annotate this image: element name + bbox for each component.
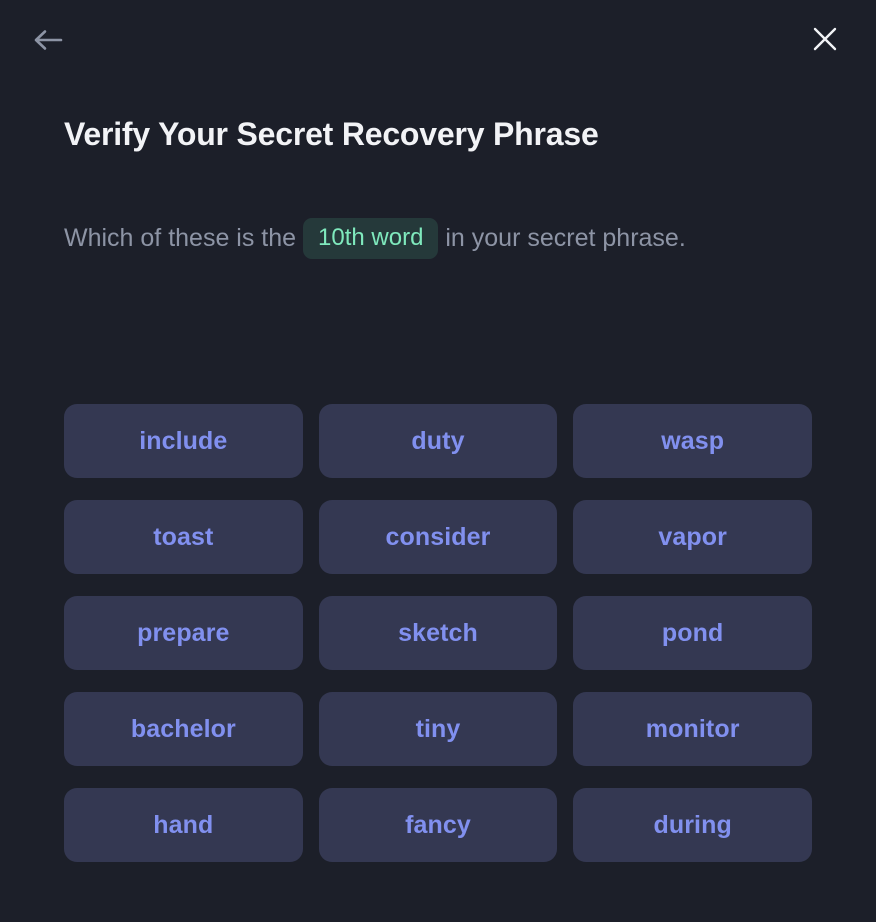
word-option[interactable]: prepare [64,596,303,670]
word-option[interactable]: toast [64,500,303,574]
prompt-text-after: in your secret phrase. [445,224,686,252]
prompt-text: Which of these is the 10th word in your … [64,214,804,262]
word-option[interactable]: hand [64,788,303,862]
word-option[interactable]: pond [573,596,812,670]
page-title: Verify Your Secret Recovery Phrase [64,116,599,152]
top-bar [0,0,876,80]
word-option[interactable]: monitor [573,692,812,766]
word-option[interactable]: vapor [573,500,812,574]
word-option[interactable]: tiny [318,692,558,766]
back-button[interactable] [26,18,70,62]
word-position-badge: 10th word [303,217,439,259]
close-button[interactable] [804,18,846,60]
word-option[interactable]: during [573,788,812,862]
arrow-left-icon [33,28,63,52]
word-options-grid: include duty wasp toast consider vapor prepare… [64,404,812,862]
verify-recovery-phrase-screen: Verify Your Secret Recovery Phrase Which… [0,0,876,922]
prompt-text-before: Which of these is the [64,224,297,252]
word-option[interactable]: sketch [318,596,558,670]
word-option[interactable]: include [64,404,303,478]
word-option[interactable]: fancy [318,788,558,862]
close-icon [812,26,838,52]
word-option[interactable]: duty [318,404,558,478]
word-option[interactable]: wasp [573,404,812,478]
word-option[interactable]: consider [318,500,558,574]
word-option[interactable]: bachelor [64,692,303,766]
